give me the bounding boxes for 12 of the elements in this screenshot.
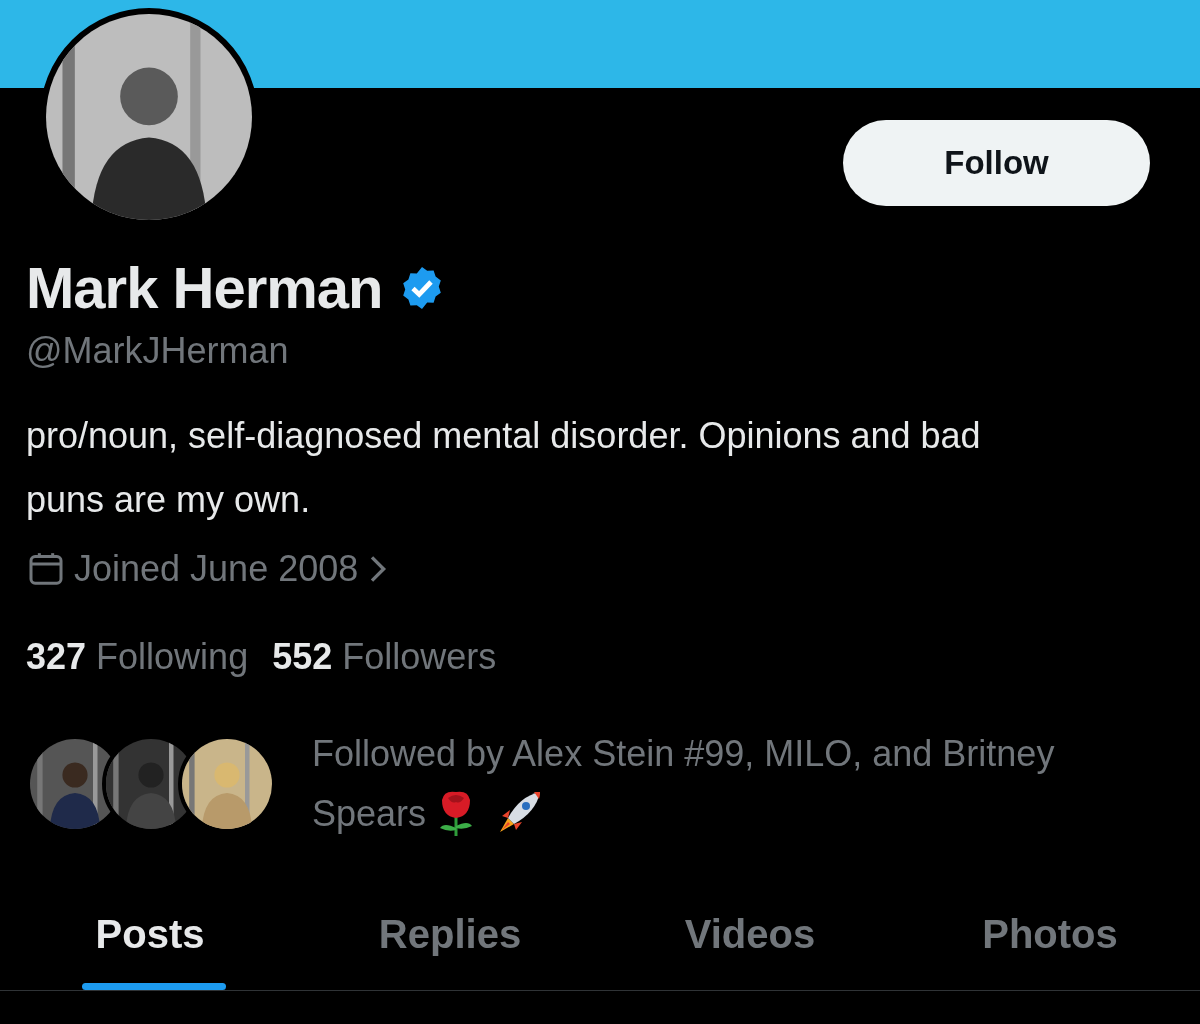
followed-by-text[interactable]: Followed by Alex Stein #99, MILO, and Britney Spears [312,723,1176,844]
profile-tab[interactable]: Photos [900,883,1200,990]
join-date: Joined June 2008 [74,546,359,591]
profile-name: Mark Herman [26,256,383,320]
stat-link[interactable]: 552 Followers [272,629,497,684]
follow-button[interactable]: Follow [843,120,1150,206]
profile-tab[interactable]: Replies [300,883,600,990]
stat-link[interactable]: 327 Following [26,629,249,684]
profile-tab[interactable]: Videos [600,883,900,990]
profile-handle: @MarkJHerman [26,328,290,373]
profile-bio: pro/noun, self-diagnosed mental disorder. Opinions and bad puns are my own. [26,413,982,522]
profile-tab[interactable]: Posts [0,883,300,990]
